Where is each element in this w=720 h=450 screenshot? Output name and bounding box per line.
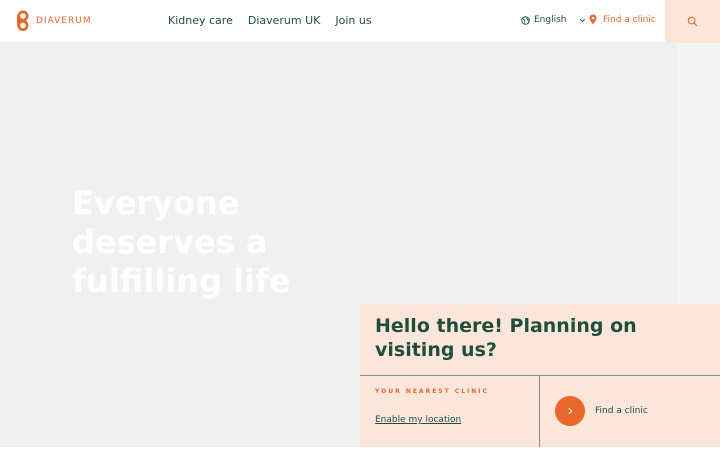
clinic-finder-panel: Hello there! Planning on visiting us? YO…: [360, 304, 720, 447]
nav-item-join-us[interactable]: Join us: [335, 14, 371, 27]
find-clinic-button[interactable]: [555, 396, 585, 426]
diaverum-logo[interactable]: DIAVERUM: [14, 10, 92, 32]
language-label: English: [534, 15, 567, 25]
panel-title: Hello there! Planning on visiting us?: [375, 315, 637, 361]
location-pin-icon: [589, 14, 597, 25]
diaverum-logo-icon: [17, 10, 29, 31]
find-clinic-label[interactable]: Find a clinic: [595, 406, 648, 416]
logo-wordmark: DIAVERUM: [36, 16, 92, 26]
panel-divider: [360, 375, 720, 376]
nav-item-diaverum-uk[interactable]: Diaverum UK: [248, 14, 321, 27]
chevron-right-icon: [568, 407, 573, 415]
search-icon: [687, 16, 698, 27]
hero-edge-strip: [677, 43, 720, 304]
panel-vertical-divider: [539, 376, 540, 447]
main-nav: Kidney care Diaverum UK Join us: [168, 14, 372, 27]
site-header: DIAVERUM Kidney care Diaverum UK Join us…: [0, 0, 720, 43]
chevron-down-icon: [579, 18, 585, 22]
enable-location-link[interactable]: Enable my location: [375, 415, 461, 425]
nearest-clinic-label: YOUR NEAREST CLINIC: [375, 388, 489, 395]
header-find-clinic-label: Find a clinic: [603, 14, 656, 25]
search-button[interactable]: [665, 0, 720, 43]
header-find-clinic-link[interactable]: Find a clinic: [589, 14, 656, 25]
globe-icon: [521, 15, 530, 25]
language-selector[interactable]: English: [521, 15, 586, 25]
nav-item-kidney-care[interactable]: Kidney care: [168, 14, 233, 27]
hero-title: Everyone deserves a fulfilling life: [72, 184, 291, 300]
